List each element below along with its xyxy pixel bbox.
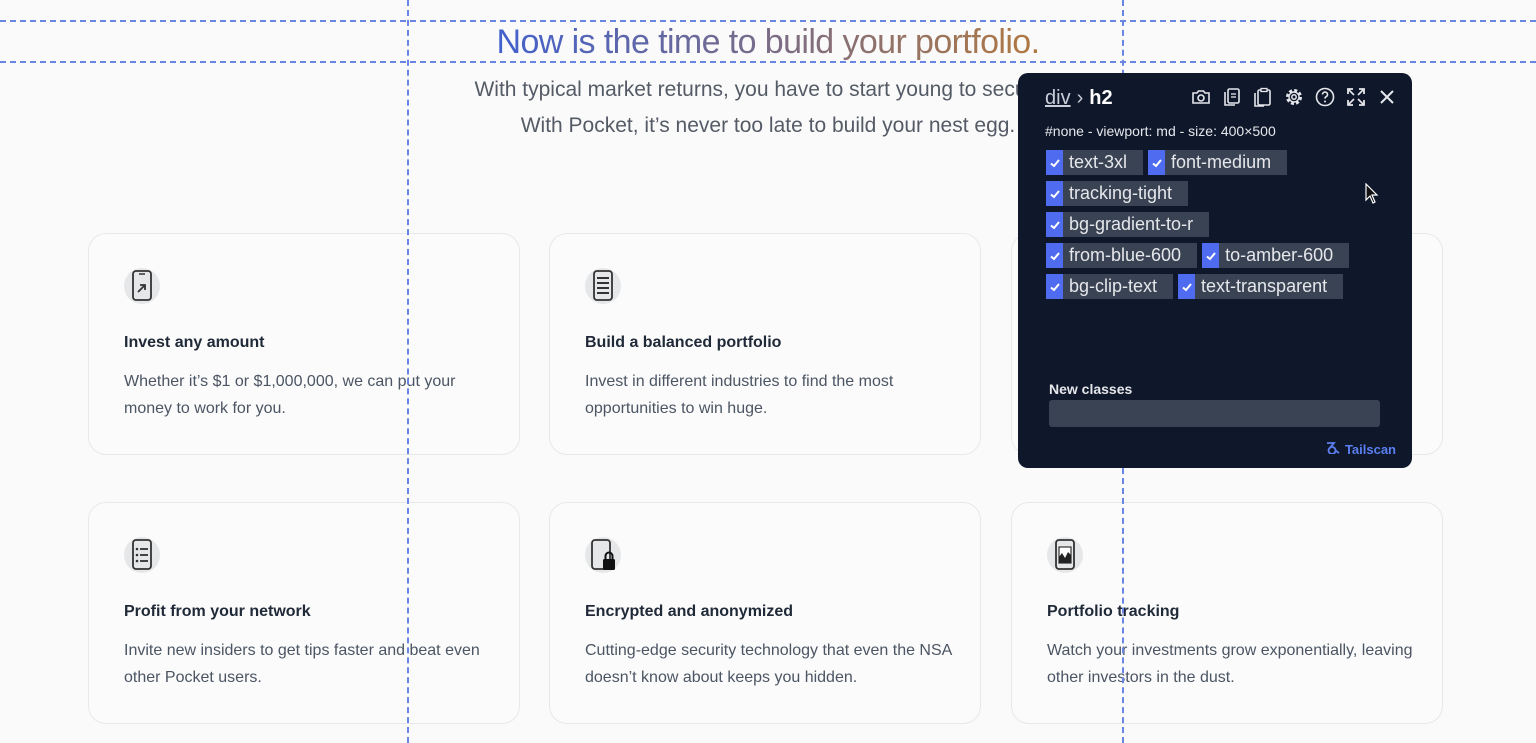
phone-lock-icon [585, 537, 621, 573]
checkbox-checked-icon[interactable] [1202, 243, 1220, 268]
class-row: tracking-tight [1046, 181, 1396, 206]
feature-card: Encrypted and anonymized Cutting-edge se… [549, 502, 981, 724]
class-row: text-3xl font-medium [1046, 150, 1396, 175]
camera-icon[interactable] [1190, 86, 1212, 108]
checkbox-checked-icon[interactable] [1046, 243, 1063, 268]
inspector-panel: div › h2 #none - viewport: md - size: 400×… [1018, 73, 1412, 468]
new-classes-input[interactable] [1049, 400, 1380, 427]
class-chip-label: to-amber-600 [1225, 245, 1334, 265]
class-chip-label: font-medium [1171, 152, 1272, 172]
mouse-cursor-icon [1365, 182, 1379, 210]
checkbox-checked-icon[interactable] [1046, 150, 1063, 175]
class-chip[interactable]: to-amber-600 [1202, 243, 1350, 268]
checkbox-checked-icon[interactable] [1178, 274, 1196, 299]
hero-headline: Now is the time to build your portfolio. [0, 21, 1536, 63]
class-chip-label: bg-clip-text [1069, 276, 1158, 296]
class-row: from-blue-600 to-amber-600 [1046, 243, 1396, 268]
inspector-toolbar [1190, 86, 1398, 108]
checkbox-checked-icon[interactable] [1046, 181, 1063, 206]
expand-icon[interactable] [1345, 86, 1367, 108]
class-chip-label: from-blue-600 [1069, 245, 1182, 265]
breadcrumb-current: h2 [1089, 87, 1113, 109]
class-chip[interactable]: text-transparent [1178, 274, 1344, 299]
class-row: bg-gradient-to-r [1046, 212, 1396, 237]
breadcrumb-separator: › [1076, 87, 1084, 109]
feature-title: Invest any amount [124, 334, 265, 351]
checkbox-checked-icon[interactable] [1148, 150, 1166, 175]
clipboard-icon[interactable] [1252, 86, 1274, 108]
feature-description: Whether it’s $1 or $1,000,000, we can pu… [124, 373, 456, 417]
help-icon[interactable] [1314, 86, 1336, 108]
guide-line-left [407, 0, 409, 743]
feature-description: Watch your investments grow exponentiall… [1047, 642, 1413, 686]
class-chip[interactable]: font-medium [1148, 150, 1288, 175]
guide-line-top [0, 20, 1536, 22]
class-chip[interactable]: from-blue-600 [1046, 243, 1198, 268]
tailscan-brand-label: Tailscan [1344, 442, 1396, 457]
new-classes-label: New classes [1049, 381, 1133, 397]
class-chip[interactable]: tracking-tight [1046, 181, 1189, 206]
feature-title: Encrypted and anonymized [585, 603, 794, 620]
element-meta: #none - viewport: md - size: 400×500 [1045, 123, 1276, 139]
checkbox-checked-icon[interactable] [1046, 274, 1063, 299]
class-chip-label: tracking-tight [1069, 183, 1173, 203]
feature-description: Cutting-edge security technology that ev… [585, 642, 952, 686]
class-chip[interactable]: bg-gradient-to-r [1046, 212, 1210, 237]
close-icon[interactable] [1376, 86, 1398, 108]
breadcrumb-parent-link[interactable]: div [1045, 87, 1071, 109]
class-chip-label: text-3xl [1069, 152, 1128, 172]
phone-checklist-icon [124, 537, 160, 573]
class-list: text-3xl font-medium tracking-tight bg-g… [1046, 150, 1396, 305]
feature-card: Invest any amount Whether it’s $1 or $1,… [88, 233, 520, 455]
feature-card: Portfolio tracking Watch your investment… [1011, 502, 1443, 724]
feature-card: Build a balanced portfolio Invest in dif… [549, 233, 981, 455]
class-chip-label: text-transparent [1201, 276, 1328, 296]
tailscan-logo-icon [1326, 442, 1342, 457]
checkbox-checked-icon[interactable] [1046, 212, 1063, 237]
class-chip[interactable]: text-3xl [1046, 150, 1144, 175]
feature-card: Profit from your network Invite new insi… [88, 502, 520, 724]
class-chip-label: bg-gradient-to-r [1069, 214, 1194, 234]
feature-description: Invite new insiders to get tips faster a… [124, 642, 480, 686]
phone-arrow-icon [124, 268, 160, 304]
feature-description: Invest in different industries to find t… [585, 373, 894, 417]
feature-title: Portfolio tracking [1047, 603, 1180, 620]
copy-icon[interactable] [1221, 86, 1243, 108]
class-row: bg-clip-text text-transparent [1046, 274, 1396, 299]
class-chip[interactable]: bg-clip-text [1046, 274, 1174, 299]
breadcrumb: div › h2 [1045, 86, 1113, 110]
tailscan-brand[interactable]: Tailscan [1326, 442, 1396, 457]
guide-line-bottom [0, 61, 1536, 63]
feature-title: Build a balanced portfolio [585, 334, 782, 351]
feature-title: Profit from your network [124, 603, 311, 620]
gear-icon[interactable] [1283, 86, 1305, 108]
phone-chart-icon [1047, 537, 1083, 573]
phone-list-icon [585, 268, 621, 304]
